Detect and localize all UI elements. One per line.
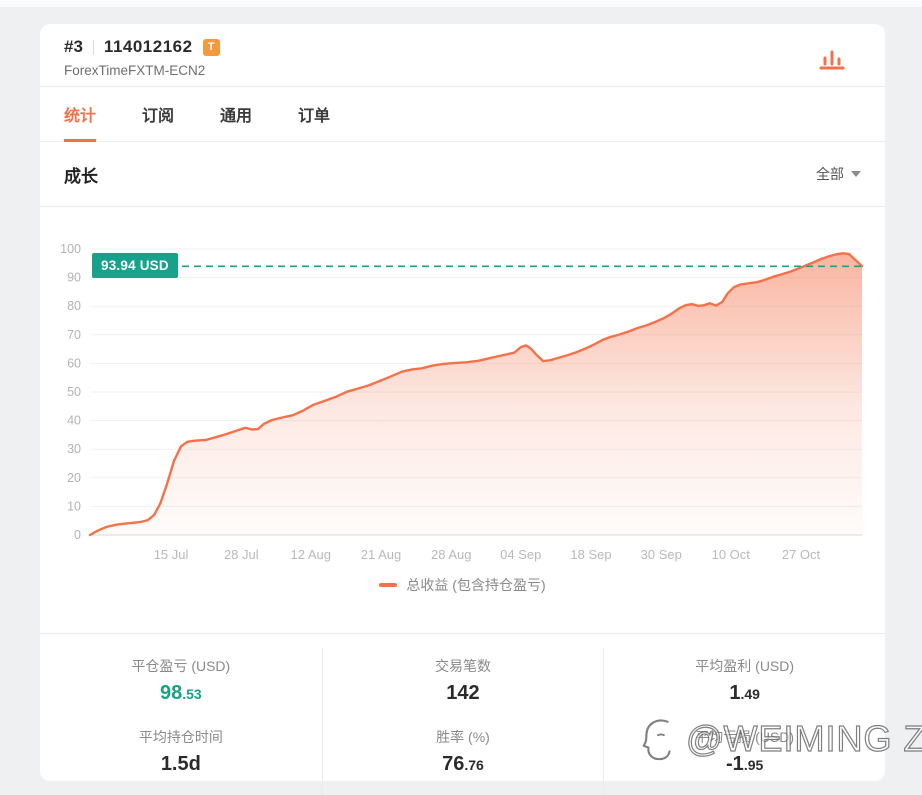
stats-column-2: 交易笔数 142 胜率 (%) 76.76: [321, 648, 604, 795]
svg-text:21 Aug: 21 Aug: [361, 547, 402, 562]
svg-text:28 Jul: 28 Jul: [224, 547, 259, 562]
tab-subscribe[interactable]: 订阅: [142, 87, 174, 141]
signal-card: #3 114012162 T ForexTimeFXTM-ECN2 统计 订阅 …: [40, 24, 885, 795]
stats-column-3: 平均盈利 (USD) 1.49 平均亏损 (USD) -1.95: [603, 648, 885, 795]
page-top-strip: [0, 0, 922, 7]
stats-column-1: 平仓盈亏 (USD) 98.53 平均持仓时间 1.5d: [40, 648, 322, 795]
svg-text:90: 90: [67, 271, 81, 285]
stat-closed-pl: 平仓盈亏 (USD) 98.53: [50, 656, 312, 705]
period-filter-label: 全部: [816, 166, 844, 182]
header-titles: #3 114012162 T ForexTimeFXTM-ECN2: [64, 37, 220, 78]
stat-win-rate-value: 76.76: [442, 753, 484, 775]
server-name: ForexTimeFXTM-ECN2: [64, 63, 206, 78]
stat-avg-holding-time: 平均持仓时间 1.5d: [50, 727, 312, 776]
svg-text:20: 20: [67, 471, 81, 485]
bar-chart-icon[interactable]: [817, 45, 847, 74]
current-value-badge: 93.94 USD: [92, 253, 178, 279]
svg-text:10 Oct: 10 Oct: [712, 547, 751, 562]
svg-text:27 Oct: 27 Oct: [782, 547, 821, 562]
trade-badge-icon: T: [202, 38, 220, 56]
stat-avg-loss-value: -1.95: [726, 753, 764, 775]
svg-text:18 Sep: 18 Sep: [570, 547, 611, 562]
card-header: #3 114012162 T ForexTimeFXTM-ECN2: [40, 24, 885, 87]
stat-trade-count: 交易笔数 142: [333, 656, 594, 705]
period-filter-dropdown[interactable]: 全部: [816, 164, 861, 184]
chart-legend: 总收益 (包含持仓盈亏): [40, 575, 885, 595]
stat-avg-profit: 平均盈利 (USD) 1.49: [614, 656, 875, 705]
svg-text:80: 80: [67, 299, 81, 313]
tab-orders[interactable]: 订单: [298, 87, 330, 141]
growth-chart[interactable]: 0 10 20 30 40 50 60 70 80 90 100 15 Jul 28 Jul 12 Aug…: [40, 207, 885, 633]
svg-text:28 Aug: 28 Aug: [431, 547, 472, 562]
chevron-down-icon: [851, 171, 861, 177]
svg-text:12 Aug: 12 Aug: [291, 547, 332, 562]
stat-avg-loss: 平均亏损 (USD) -1.95: [614, 727, 875, 776]
legend-label: 总收益 (包含持仓盈亏): [406, 577, 546, 593]
svg-text:70: 70: [67, 328, 81, 342]
account-id: 114012162: [103, 37, 193, 56]
stat-trade-count-value: 142: [446, 682, 480, 704]
stat-closed-pl-value: 98.53: [159, 682, 202, 704]
stat-avg-holding-time-value: 1.5d: [160, 753, 201, 775]
tab-statistics[interactable]: 统计: [64, 87, 97, 142]
tab-bar: 统计 订阅 通用 订单: [40, 87, 885, 142]
svg-text:50: 50: [67, 385, 81, 399]
title-row: #3 114012162 T: [64, 37, 220, 57]
signal-rank: #3: [64, 37, 83, 56]
stats-grid: 平仓盈亏 (USD) 98.53 平均持仓时间 1.5d 交易笔数 142 胜率…: [40, 633, 885, 795]
stat-avg-profit-value: 1.49: [729, 682, 760, 704]
svg-text:40: 40: [67, 414, 81, 428]
svg-text:30 Sep: 30 Sep: [641, 547, 682, 562]
svg-text:0: 0: [74, 528, 81, 542]
section-title: 成长: [64, 166, 98, 186]
legend-dash-icon: [379, 583, 398, 587]
svg-text:100: 100: [60, 242, 81, 256]
stat-win-rate: 胜率 (%) 76.76: [333, 727, 594, 776]
svg-text:15 Jul: 15 Jul: [154, 547, 189, 562]
svg-text:04 Sep: 04 Sep: [500, 547, 541, 562]
svg-text:10: 10: [67, 499, 81, 513]
svg-text:60: 60: [67, 356, 81, 370]
svg-text:30: 30: [67, 442, 81, 456]
growth-section-header: 成长 全部: [40, 142, 885, 207]
tab-general[interactable]: 通用: [220, 87, 252, 141]
title-separator: [92, 39, 94, 55]
